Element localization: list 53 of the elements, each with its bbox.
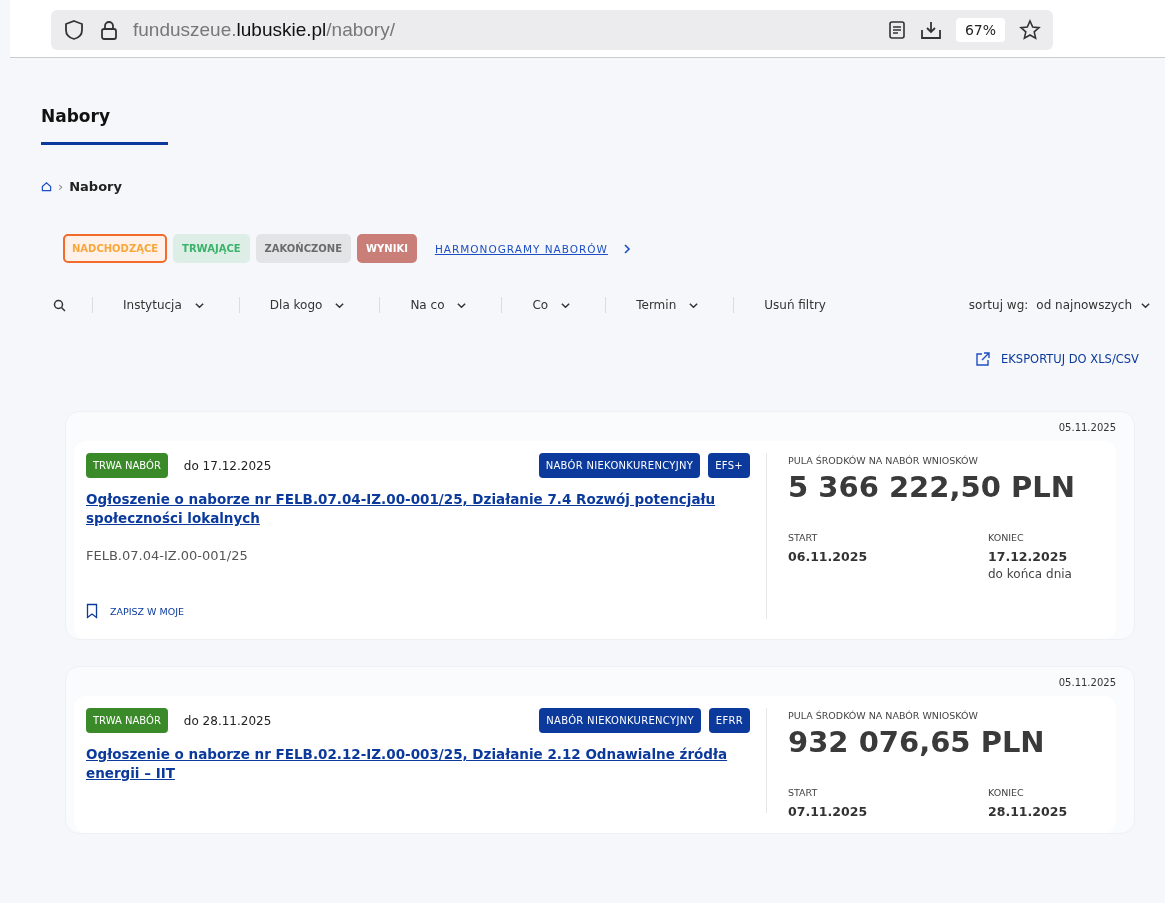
status-tab[interactable]: ZAKOŃCZONE: [255, 234, 352, 263]
shield-icon[interactable]: [63, 19, 85, 41]
status-badge: TRWA NABÓR: [86, 708, 168, 733]
download-icon[interactable]: [919, 20, 942, 40]
pool-amount: 5 366 222,50 PLN: [788, 470, 1076, 504]
tag-badge: EFS+: [708, 453, 750, 478]
tag-badge: NABÓR NIEKONKURENCYJNY: [538, 453, 701, 478]
end-date: 17.12.2025: [988, 549, 1069, 564]
external-link-icon[interactable]: [975, 351, 992, 367]
end-label: KONIEC: [988, 532, 1025, 543]
deadline-text: do 17.12.2025: [183, 458, 272, 473]
end-date: 28.11.2025: [988, 804, 1069, 819]
pool-amount: 932 076,65 PLN: [788, 725, 1046, 759]
pool-label: PULA ŚRODKÓW NA NABÓR WNIOSKÓW: [788, 710, 979, 721]
sort-label: sortuj wg:: [968, 298, 1029, 312]
published-date: 05.11.2025: [1058, 677, 1116, 688]
sort-dropdown[interactable]: od najnowszych: [1036, 298, 1132, 312]
filter-dropdown[interactable]: Instytucja: [123, 298, 182, 312]
schedule-link[interactable]: HARMONOGRAMY NABORÓW: [434, 242, 608, 255]
deadline-text: do 28.11.2025: [183, 713, 272, 728]
end-label: KONIEC: [988, 787, 1025, 798]
export-link[interactable]: EKSPORTUJ DO XLS/CSV: [1001, 352, 1139, 366]
call-code: FELB.07.04-IZ.00-001/25: [86, 548, 249, 563]
breadcrumb-current: Nabory: [69, 179, 122, 194]
search-icon[interactable]: [53, 298, 66, 312]
start-label: START: [788, 787, 819, 798]
tag-badge: NABÓR NIEKONKURENCYJNY: [539, 708, 701, 733]
home-icon[interactable]: [41, 181, 52, 192]
pool-label: PULA ŚRODKÓW NA NABÓR WNIOSKÓW: [788, 455, 979, 466]
filter-dropdown[interactable]: Termin: [636, 298, 677, 312]
call-title-link[interactable]: Ogłoszenie o naborze nr FELB.07.04-IZ.00-001/25, Działanie 7.4 Rozwój potencjału społeczności lokalnych: [86, 490, 750, 528]
call-title-link[interactable]: Ogłoszenie o naborze nr FELB.02.12-IZ.00-003/25, Działanie 2.12 Odnawialne źródła energii – IIT: [86, 745, 750, 783]
save-link[interactable]: ZAPISZ W MOJE: [110, 605, 184, 617]
reader-view-icon[interactable]: [887, 20, 906, 40]
page-title: Nabory: [41, 58, 168, 145]
filter-dropdown[interactable]: Co: [532, 298, 549, 312]
clear-filters-button[interactable]: Usuń filtry: [764, 298, 826, 312]
chevron-right-icon[interactable]: [621, 242, 632, 255]
start-label: START: [788, 532, 819, 543]
status-badge: TRWA NABÓR: [86, 453, 168, 478]
breadcrumb-separator: ›: [58, 179, 64, 194]
zoom-level[interactable]: 67%: [955, 18, 1005, 42]
lock-icon[interactable]: [99, 19, 119, 41]
filter-dropdown[interactable]: Na co: [410, 298, 445, 312]
start-date: 06.11.2025: [788, 549, 868, 564]
bookmark-icon[interactable]: [86, 603, 98, 619]
end-note: do końca dnia: [988, 567, 1073, 581]
tag-badge: EFRR: [708, 708, 750, 733]
published-date: 05.11.2025: [1058, 422, 1116, 433]
start-date: 07.11.2025: [788, 804, 868, 819]
filter-dropdown[interactable]: Dla kogo: [269, 298, 323, 312]
star-icon[interactable]: [1019, 19, 1041, 41]
url-field[interactable]: funduszeue.lubuskie.pl/nabory/: [133, 19, 874, 41]
